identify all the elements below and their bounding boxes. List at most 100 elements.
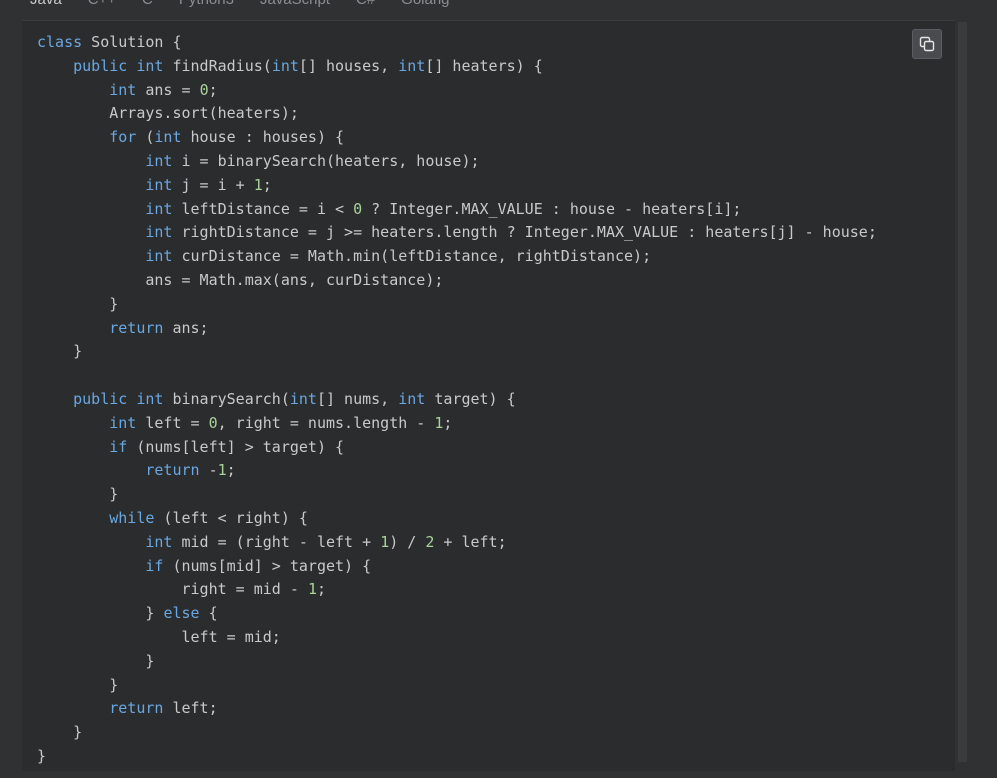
code-text: ; bbox=[443, 413, 453, 432]
code-keyword: int bbox=[145, 223, 173, 242]
code-line: int j = i + 1; bbox=[37, 174, 877, 198]
code-text: - bbox=[199, 461, 218, 480]
tab-java[interactable]: Java bbox=[30, 0, 62, 8]
code-line: int leftDistance = i < 0 ? Integer.MAX_V… bbox=[37, 198, 877, 222]
code-text: } bbox=[37, 746, 47, 765]
code-line: return ans; bbox=[37, 317, 877, 341]
code-text: left = mid; bbox=[37, 627, 281, 646]
code-keyword: return bbox=[109, 318, 164, 337]
code-keyword: for bbox=[109, 128, 137, 147]
code-text: ans = Math.max(ans, curDistance); bbox=[37, 270, 444, 289]
tab-c-[interactable]: C++ bbox=[88, 0, 116, 8]
code-text: { bbox=[199, 604, 218, 623]
code-text: j = i + bbox=[172, 175, 254, 194]
code-keyword: int bbox=[398, 389, 426, 408]
code-keyword: int bbox=[109, 80, 137, 99]
copy-button[interactable] bbox=[912, 29, 942, 59]
code-keyword: int bbox=[398, 56, 426, 75]
code-text: Arrays.sort(heaters); bbox=[37, 104, 299, 123]
tab-python3[interactable]: Python3 bbox=[179, 0, 234, 8]
code-text: leftDistance = i < bbox=[172, 199, 354, 218]
code-keyword: return bbox=[109, 699, 164, 718]
code-text: right = mid - bbox=[37, 580, 308, 599]
code-text: Solution { bbox=[82, 33, 182, 51]
code-text: ans = bbox=[136, 80, 200, 99]
code-line: left = mid; bbox=[37, 626, 877, 650]
code-text: mid = (right - left + bbox=[172, 532, 381, 551]
code-keyword: return bbox=[145, 461, 200, 480]
code-line: public int findRadius(int[] houses, int[… bbox=[37, 55, 877, 79]
tab-javascript[interactable]: JavaScript bbox=[260, 0, 330, 8]
code-text: ) / bbox=[389, 532, 426, 551]
code-number: 1 bbox=[307, 580, 317, 599]
tab-golang[interactable]: Golang bbox=[401, 0, 449, 8]
code-text: ; bbox=[262, 175, 272, 194]
code-text: + left; bbox=[434, 532, 507, 551]
code-line: int i = binarySearch(heaters, house); bbox=[37, 150, 877, 174]
code-line: } bbox=[37, 721, 877, 745]
tab-c-[interactable]: C# bbox=[356, 0, 375, 8]
tab-c[interactable]: C bbox=[142, 0, 153, 8]
code-number: 1 bbox=[253, 175, 263, 194]
code-line: right = mid - 1; bbox=[37, 578, 877, 602]
code-keyword: int bbox=[145, 532, 173, 551]
code-line: for (int house : houses) { bbox=[37, 126, 877, 150]
code-keyword: public bbox=[73, 389, 128, 408]
code-text: ( bbox=[136, 128, 155, 147]
code-keyword: public bbox=[73, 56, 128, 75]
code-keyword: else bbox=[163, 604, 200, 623]
code-line: } bbox=[37, 674, 877, 698]
code-number: 0 bbox=[208, 413, 218, 432]
code-line: } bbox=[37, 293, 877, 317]
code-line: if (nums[left] > target) { bbox=[37, 436, 877, 460]
code-line: } bbox=[37, 745, 877, 769]
code-number: 0 bbox=[353, 199, 363, 218]
copy-icon bbox=[919, 36, 935, 52]
code-text: (nums[left] > target) { bbox=[127, 437, 345, 456]
code-line: } bbox=[37, 483, 877, 507]
code-keyword: if bbox=[109, 437, 128, 456]
code-keyword: int bbox=[145, 199, 173, 218]
code-text: ; bbox=[316, 580, 326, 599]
code-text: } bbox=[37, 294, 119, 313]
code-text: } bbox=[37, 342, 83, 361]
code-text: target) { bbox=[425, 389, 516, 408]
code-keyword: int bbox=[145, 175, 173, 194]
code-text: } bbox=[37, 604, 164, 623]
code-keyword: class bbox=[37, 33, 83, 51]
code-keyword: int bbox=[145, 151, 173, 170]
code-keyword: while bbox=[109, 508, 155, 527]
code-line: return left; bbox=[37, 697, 877, 721]
code-text: binarySearch( bbox=[163, 389, 290, 408]
code-text: i = binarySearch(heaters, house); bbox=[172, 151, 480, 170]
code-text: left; bbox=[163, 699, 218, 718]
code-keyword: int bbox=[154, 128, 182, 147]
code-text: findRadius( bbox=[163, 56, 272, 75]
code-line: if (nums[mid] > target) { bbox=[37, 555, 877, 579]
code-text: ans; bbox=[163, 318, 209, 337]
code-text: rightDistance = j >= heaters.length ? In… bbox=[172, 223, 877, 242]
code-text: curDistance = Math.min(leftDistance, rig… bbox=[172, 247, 652, 266]
code-text: ; bbox=[208, 80, 218, 99]
code-line: public int binarySearch(int[] nums, int … bbox=[37, 388, 877, 412]
code-text: } bbox=[37, 675, 119, 694]
code-line: int left = 0, right = nums.length - 1; bbox=[37, 412, 877, 436]
vertical-scrollbar[interactable] bbox=[958, 22, 967, 762]
